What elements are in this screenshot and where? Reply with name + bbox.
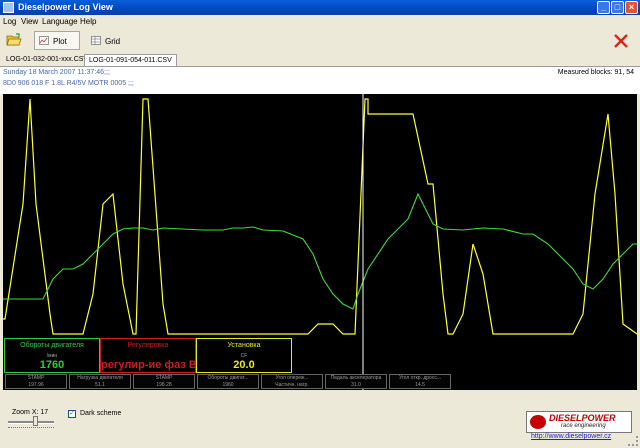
close-window-button[interactable]: × <box>625 1 638 14</box>
logo-subtitle: race engineering <box>561 423 606 429</box>
toolbar: Plot Grid <box>0 29 640 53</box>
grid-label: Grid <box>105 37 121 46</box>
open-folder-icon[interactable] <box>6 33 22 47</box>
mini-cell[interactable]: Нагрузка двигателя 51.1 <box>69 374 131 389</box>
log-info: Sunday 18 March 2007 11:37:46;;; 8D0 906… <box>0 67 640 94</box>
menu-help[interactable]: Help <box>80 17 96 26</box>
title-bar: Dieselpower Log View _ □ × <box>0 0 640 15</box>
gauge-rpm-value: 1760 <box>39 359 65 371</box>
minimize-button[interactable]: _ <box>597 1 610 14</box>
mini-cell[interactable]: Обороты двигат... 1960 <box>197 374 259 389</box>
gauge-regulation-title: Регулировка <box>127 342 169 349</box>
mini-cell[interactable]: Педаль акселератора 31.0 <box>325 374 387 389</box>
logo-brand: DIESELPOWER <box>549 413 616 423</box>
series-yellow-line <box>3 98 637 335</box>
gauge-setting-title: Установка <box>227 342 261 349</box>
plot-area[interactable]: Обороты двигателя /мин 1760 Регулировка … <box>3 94 637 390</box>
zoom-slider-track[interactable] <box>8 421 54 424</box>
plot-tab-button[interactable]: Plot <box>34 31 80 50</box>
grid-tab-button[interactable]: Grid <box>86 31 130 50</box>
gauge-rpm[interactable]: Обороты двигателя /мин 1760 <box>4 338 100 373</box>
app-icon <box>3 2 14 13</box>
measured-blocks: Measured blocks: 91, 54 <box>557 69 634 76</box>
mini-cell[interactable]: STAMP 197.96 <box>5 374 67 389</box>
file-tabs: LOG-01-032-001-xxx.CSV LOG-01-091-054-01… <box>0 53 640 67</box>
dark-scheme-checkbox[interactable]: ✓ <box>68 410 76 418</box>
zoom-slider-thumb[interactable] <box>33 416 38 426</box>
website-link[interactable]: http://www.dieselpower.cz <box>531 433 611 440</box>
grid-icon <box>91 36 101 45</box>
gauge-regulation[interactable]: Регулировка регулир-ие фаз ВП <box>100 338 196 373</box>
window-title: Dieselpower Log View <box>18 2 113 12</box>
gauge-rpm-title: Обороты двигателя <box>20 342 84 349</box>
gauge-setting-value: 20.0 <box>233 359 255 371</box>
logo-emblem-icon <box>530 415 546 429</box>
menu-language[interactable]: Language <box>42 17 78 26</box>
mini-cell[interactable]: STAMP 198.28 <box>133 374 195 389</box>
log-date: Sunday 18 March 2007 11:37:46;;; <box>3 69 110 76</box>
tab-log-2[interactable]: LOG-01-091-054-011.CSV <box>84 54 177 66</box>
gauge-setting[interactable]: Установка CF 20.0 <box>196 338 292 373</box>
menu-bar: Log View Language Help <box>0 15 640 30</box>
zoom-slider-ticks <box>8 427 54 430</box>
menu-log[interactable]: Log <box>3 17 16 26</box>
tab-log-1[interactable]: LOG-01-032-001-xxx.CSV <box>2 54 92 66</box>
plot-label: Plot <box>53 37 67 46</box>
mini-cell[interactable]: Угол опереж... Частичн. нагр. <box>261 374 323 389</box>
maximize-button[interactable]: □ <box>611 1 624 14</box>
zoom-label: Zoom X: 17 <box>12 409 49 416</box>
dieselpower-logo: DIESELPOWER race engineering <box>526 411 632 433</box>
gauge-regulation-value: регулир-ие фаз ВП <box>101 359 195 371</box>
bottom-panel: Zoom X: 17 ✓ Dark scheme DIESELPOWER rac… <box>0 392 640 448</box>
vehicle-id: 8D0 906 018 F 1.8L R4/5V MOTR 0005 ;;; <box>3 80 134 87</box>
dark-scheme-label: Dark scheme <box>80 410 122 417</box>
resize-grip[interactable] <box>628 436 638 446</box>
plot-icon <box>39 36 49 45</box>
close-log-icon[interactable] <box>613 33 629 49</box>
menu-view[interactable]: View <box>21 17 38 26</box>
mini-cell[interactable]: Угол откр. дросс... 14.5 <box>389 374 451 389</box>
